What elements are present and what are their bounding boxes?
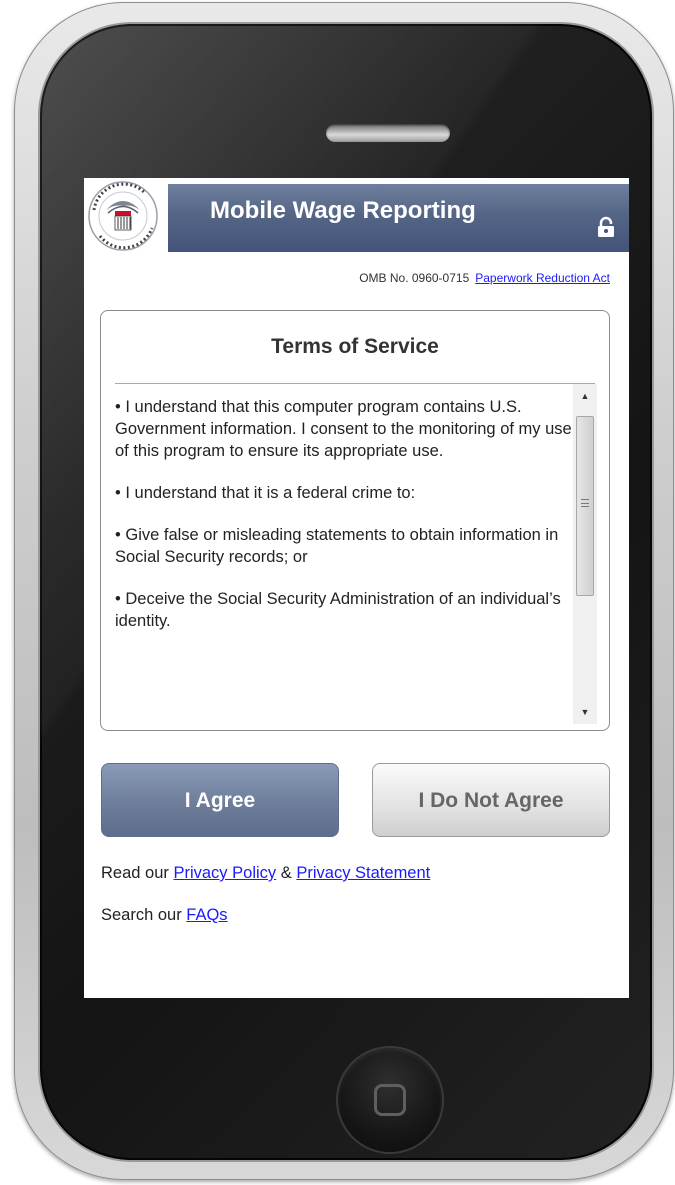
scroll-up-arrow-icon[interactable]: ▲ <box>573 384 597 408</box>
agree-button[interactable]: I Agree <box>101 763 339 837</box>
terms-text: • I understand that this computer progra… <box>115 396 573 632</box>
terms-of-service-box: Terms of Service • I understand that thi… <box>100 310 610 731</box>
omb-line: OMB No. 0960-0715 Paperwork Reduction Act <box>359 271 610 285</box>
do-not-agree-button[interactable]: I Do Not Agree <box>372 763 610 837</box>
lock-icon[interactable] <box>596 216 616 238</box>
ssa-seal-logo <box>88 181 158 251</box>
terms-paragraph: • Deceive the Social Security Administra… <box>115 590 561 630</box>
home-button[interactable] <box>338 1048 442 1152</box>
terms-paragraph: • I understand that this computer progra… <box>115 398 572 460</box>
app-screen: Mobile Wage Reporting OMB No. 0960-0715 P… <box>84 178 629 998</box>
faqs-line: Search our FAQs <box>101 906 228 925</box>
omb-number: OMB No. 0960-0715 <box>359 271 470 285</box>
read-our-text: Read our <box>101 864 174 882</box>
privacy-policy-link[interactable]: Privacy Policy <box>173 864 276 882</box>
paperwork-reduction-act-link[interactable]: Paperwork Reduction Act <box>475 271 610 285</box>
terms-paragraph: • Give false or misleading statements to… <box>115 526 559 566</box>
privacy-statement-link[interactable]: Privacy Statement <box>296 864 430 882</box>
home-square-icon <box>374 1084 406 1116</box>
search-our-text: Search our <box>101 906 187 924</box>
app-title: Mobile Wage Reporting <box>210 197 476 224</box>
privacy-links-line: Read our Privacy Policy & Privacy Statem… <box>101 864 430 883</box>
scroll-thumb[interactable] <box>576 416 594 596</box>
terms-scrollbar[interactable]: ▲ ▼ <box>573 384 597 724</box>
app-header: Mobile Wage Reporting <box>84 178 629 252</box>
faqs-link[interactable]: FAQs <box>186 906 227 924</box>
terms-title: Terms of Service <box>271 335 439 358</box>
scroll-down-arrow-icon[interactable]: ▼ <box>573 700 597 724</box>
grip-icon <box>581 499 589 507</box>
ampersand-text: & <box>276 864 297 882</box>
terms-scroll-area[interactable]: • I understand that this computer progra… <box>115 384 573 724</box>
terms-paragraph: • I understand that it is a federal crim… <box>115 484 416 502</box>
phone-speaker <box>326 124 450 142</box>
